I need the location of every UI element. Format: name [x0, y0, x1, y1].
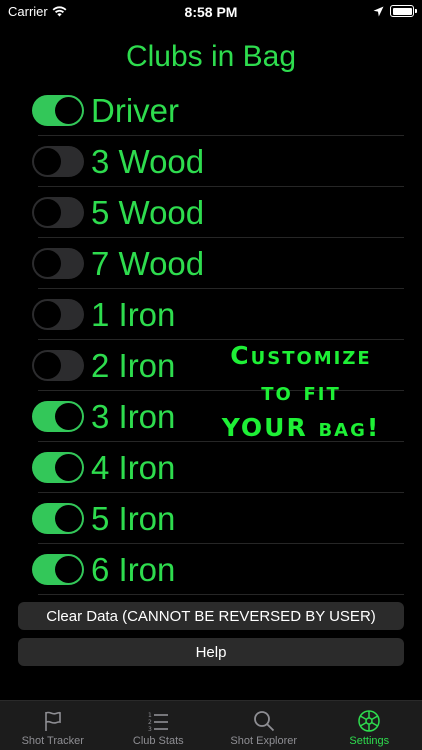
- toggle-4-iron[interactable]: [32, 452, 84, 483]
- toggle-3-iron[interactable]: [32, 401, 84, 432]
- promo-line-3: YOUR bag!: [221, 413, 381, 442]
- toggle-knob: [55, 97, 82, 124]
- toggle-knob: [55, 403, 82, 430]
- svg-text:3: 3: [148, 726, 152, 733]
- status-time: 8:58 PM: [184, 4, 238, 20]
- tab-shot-explorer[interactable]: Shot Explorer: [211, 701, 317, 750]
- toggle-knob: [55, 454, 82, 481]
- club-label-6-iron: 6 Iron: [91, 551, 176, 588]
- toggle-3-wood[interactable]: [32, 146, 84, 177]
- tab-label: Club Stats: [132, 735, 184, 747]
- promo-line-2: to fit: [261, 377, 341, 406]
- toggle-6-iron[interactable]: [32, 554, 84, 585]
- page-title: Clubs in Bag: [125, 40, 297, 73]
- toggle-knob: [34, 148, 61, 175]
- toggle-knob: [34, 301, 61, 328]
- svg-text:2: 2: [148, 719, 152, 726]
- club-label-driver: Driver: [91, 92, 179, 129]
- tab-club-stats[interactable]: 1 2 3 Club Stats: [106, 701, 212, 750]
- club-label-2-iron: 2 Iron: [91, 347, 176, 384]
- club-row-4-iron: 4 Iron: [0, 442, 422, 493]
- club-row-6-iron: 6 Iron: [0, 544, 422, 595]
- battery-icon: [390, 5, 417, 17]
- toggle-knob: [34, 250, 61, 277]
- club-row-3-wood: 3 Wood: [0, 136, 422, 187]
- search-icon: [253, 711, 274, 732]
- club-row-driver: Driver: [0, 85, 422, 136]
- toggle-knob: [55, 505, 82, 532]
- status-right: [373, 5, 417, 17]
- tab-settings[interactable]: Settings: [317, 701, 422, 750]
- club-label-3-iron: 3 Iron: [91, 398, 176, 435]
- tab-bar: Shot Tracker 1 2 3 Club Stats Shot Explo…: [0, 700, 422, 750]
- tab-label: Shot Tracker: [21, 735, 84, 747]
- toggle-5-wood[interactable]: [32, 197, 84, 228]
- toggle-knob: [55, 556, 82, 583]
- toggle-7-wood[interactable]: [32, 248, 84, 279]
- help-button[interactable]: Help: [18, 638, 404, 666]
- club-row-7-wood: 7 Wood: [0, 238, 422, 289]
- club-label-5-iron: 5 Iron: [91, 500, 176, 537]
- location-arrow-icon: [373, 6, 384, 16]
- tab-shot-tracker[interactable]: Shot Tracker: [0, 701, 106, 750]
- svg-text:1: 1: [148, 712, 152, 719]
- club-label-3-wood: 3 Wood: [91, 143, 205, 180]
- toggle-driver[interactable]: [32, 95, 84, 126]
- gear-icon: [358, 710, 380, 732]
- club-label-7-wood: 7 Wood: [91, 245, 205, 282]
- club-label-5-wood: 5 Wood: [91, 194, 205, 231]
- toggle-knob: [34, 352, 61, 379]
- list-icon: 1 2 3: [148, 712, 169, 733]
- club-row-5-iron: 5 Iron: [0, 493, 422, 544]
- club-row-1-iron: 1 Iron: [0, 289, 422, 340]
- toggle-5-iron[interactable]: [32, 503, 84, 534]
- promo-overlay: Customize to fit YOUR bag!: [206, 338, 396, 446]
- clear-data-button[interactable]: Clear Data (CANNOT BE REVERSED BY USER): [18, 602, 404, 630]
- club-row-5-wood: 5 Wood: [0, 187, 422, 238]
- tab-label: Shot Explorer: [230, 735, 298, 747]
- club-label-1-iron: 1 Iron: [91, 296, 176, 333]
- club-label-4-iron: 4 Iron: [91, 449, 176, 486]
- tab-label: Settings: [349, 735, 390, 747]
- status-bar: Carrier 8:58 PM: [0, 0, 422, 24]
- promo-line-1: Customize: [230, 341, 372, 370]
- toggle-1-iron[interactable]: [32, 299, 84, 330]
- toggle-2-iron[interactable]: [32, 350, 84, 381]
- flag-icon: [44, 711, 61, 731]
- toggle-knob: [34, 199, 61, 226]
